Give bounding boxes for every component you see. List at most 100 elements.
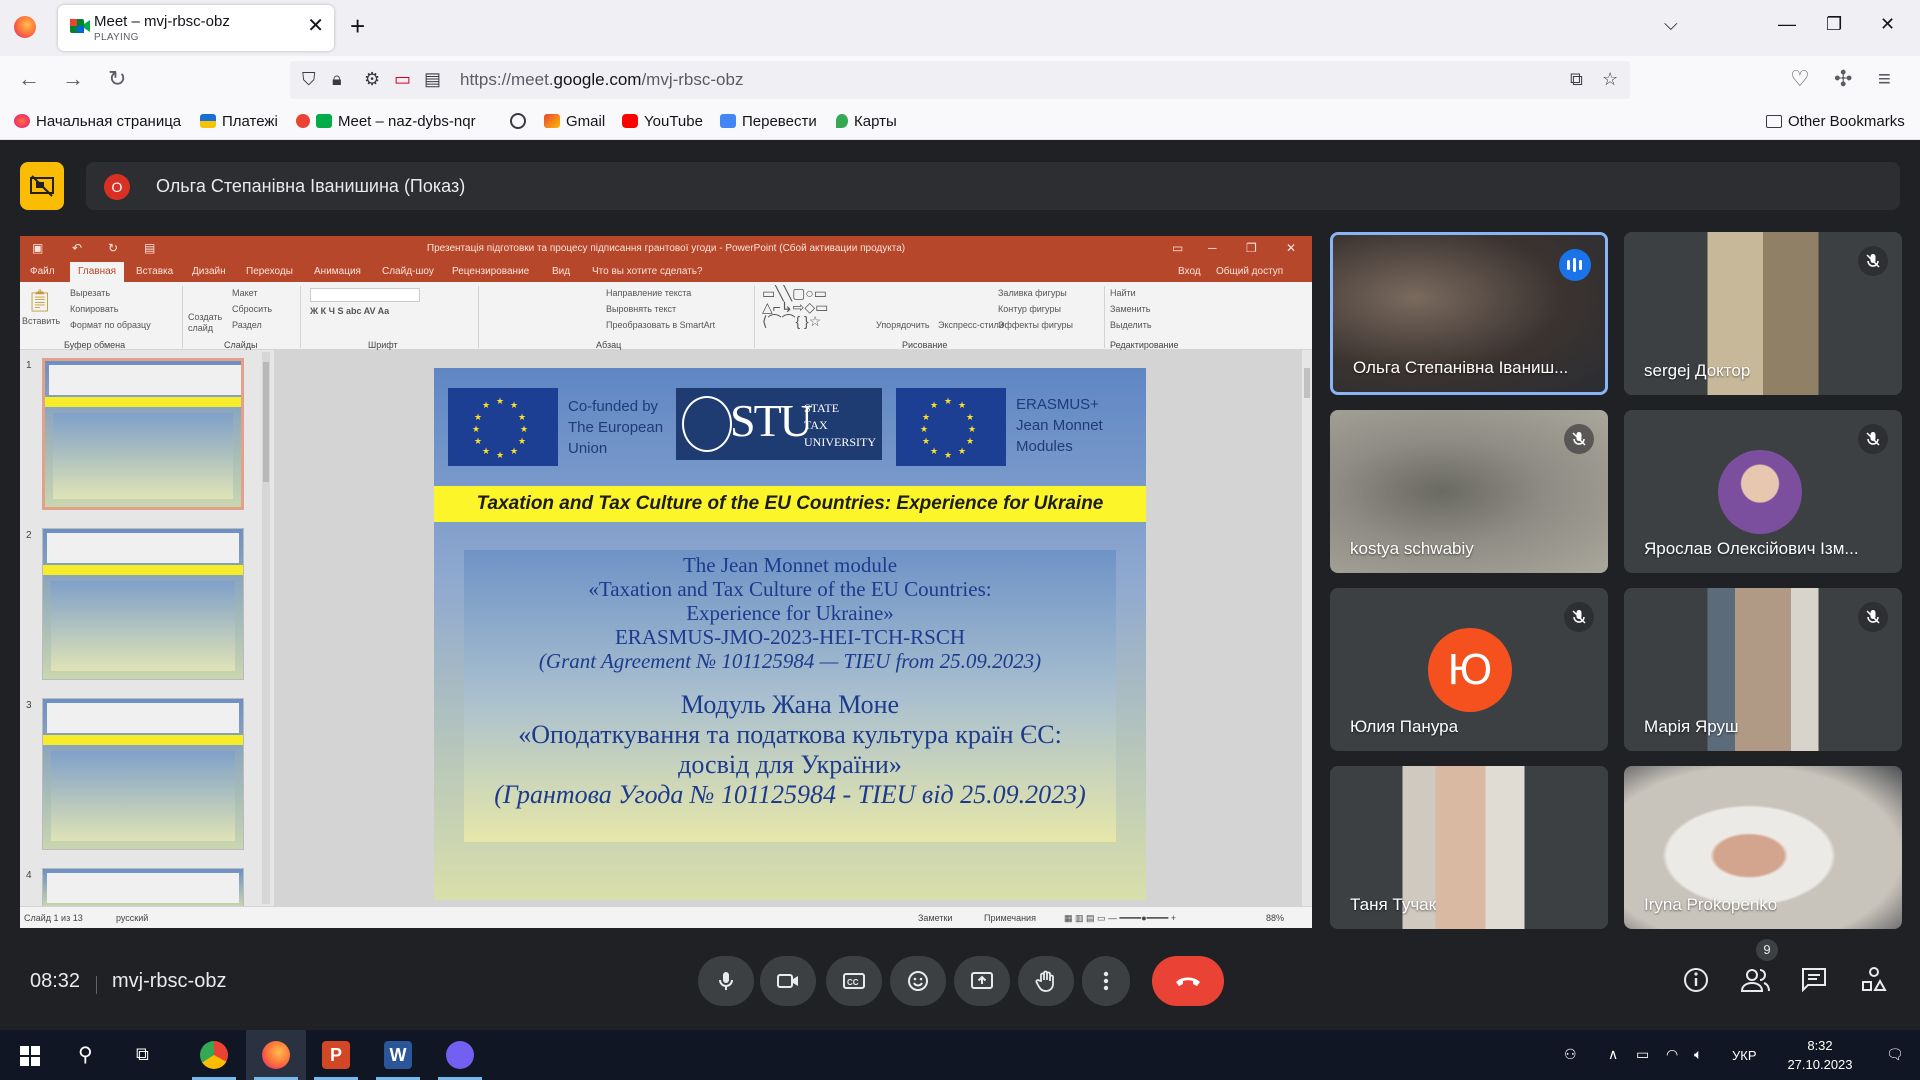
bookmark-youtube[interactable]: YouTube (622, 113, 703, 130)
chat-icon[interactable] (1800, 966, 1828, 994)
system-clock[interactable]: 8:32 27.10.2023 (1780, 1036, 1860, 1074)
participant-tile[interactable]: Ольга Степанівна Іваниш... (1330, 232, 1608, 395)
bookmark-globe[interactable] (510, 113, 532, 131)
present-button[interactable] (954, 956, 1010, 1006)
participant-tile[interactable]: kostya schwabiy (1330, 410, 1608, 573)
zoom-level: 88% (1266, 913, 1285, 923)
bookmark-payments[interactable]: Платежі (200, 113, 278, 130)
participant-tile[interactable]: Ю Юлия Панура (1330, 588, 1608, 751)
pocket-icon[interactable]: ♡ (1790, 68, 1810, 90)
slide-thumbnails: 1 2 3 4 (20, 350, 270, 908)
ppt-ribbon-tabs: Файл Главная Вставка Дизайн Переходы Ани… (20, 262, 1312, 282)
bookmark-star-icon[interactable]: ☆ (1602, 69, 1618, 90)
restore-icon[interactable]: ❐ (1826, 14, 1842, 35)
presenter-label: Ольга Степанівна Іванишина (Показ) (156, 176, 466, 196)
ppt-tab-insert: Вставка (136, 266, 174, 277)
taskbar-viber[interactable] (430, 1030, 490, 1080)
people-icon[interactable] (1740, 966, 1770, 994)
quick-styles-label: Экспресс-стили (938, 320, 1004, 330)
back-icon[interactable]: ← (18, 68, 40, 90)
battery-icon[interactable]: ▭ (1636, 1046, 1649, 1063)
bookmark-gmail[interactable]: Gmail (544, 113, 605, 130)
bookmark-maps[interactable]: Карты (836, 113, 897, 130)
layout-label: Макет (232, 288, 258, 298)
bookmark-home[interactable]: Начальная страница (14, 113, 181, 130)
participant-tile[interactable]: Iryna Prokopenko (1624, 766, 1902, 929)
url-text[interactable]: https://meet.google.com/mvj-rbsc-obz (460, 70, 743, 90)
lock-icon[interactable]: 🔒︎ (332, 69, 342, 90)
participant-tile[interactable]: Таня Тучак (1330, 766, 1608, 929)
raise-hand-button[interactable] (1018, 956, 1074, 1006)
participant-tile[interactable]: sergej Доктор (1624, 232, 1902, 395)
reactions-button[interactable] (890, 956, 946, 1006)
presentation-icon[interactable] (20, 162, 64, 210)
screen-share-icon[interactable]: ⧉ (1570, 69, 1583, 90)
hand-icon (1035, 970, 1054, 992)
wifi-icon[interactable]: ◠ (1666, 1046, 1678, 1063)
participant-name: kostya schwabiy (1350, 539, 1474, 558)
mic-off-icon (1858, 602, 1888, 632)
close-tab-icon[interactable]: ✕ (307, 16, 324, 36)
camera-button[interactable] (760, 956, 816, 1006)
taskbar-firefox[interactable] (246, 1030, 306, 1080)
erasmus-text: ERASMUS+ Jean Monnet Modules (1016, 396, 1103, 455)
windows-start-icon[interactable] (20, 1046, 40, 1066)
mic-off-icon (1564, 602, 1594, 632)
notifications-icon[interactable]: 🗨︎ (1886, 1046, 1904, 1063)
divider (96, 976, 97, 994)
participant-tile[interactable]: Марія Яруш (1624, 588, 1902, 751)
text-direction-label: Направление текста (606, 288, 692, 298)
participant-avatar (1718, 450, 1802, 534)
people-tray-icon[interactable]: ⚇ (1564, 1046, 1577, 1063)
taskbar-word[interactable]: W (368, 1030, 428, 1080)
page-info-icon[interactable]: ▤ (424, 69, 441, 90)
search-icon[interactable]: ⚲ (78, 1042, 93, 1067)
format-painter-label: Формат по образцу (70, 320, 151, 330)
show-hidden-icons[interactable]: ∧ (1608, 1046, 1618, 1063)
extensions-icon[interactable]: ✣ (1834, 68, 1852, 90)
leave-call-button[interactable] (1152, 956, 1224, 1006)
bookmark-meet[interactable]: Meet – naz-dybs-nqr (296, 113, 476, 130)
permissions-icon[interactable]: ⚙ (364, 69, 380, 90)
participant-tile[interactable]: Ярослав Олексійович Ізм... (1624, 410, 1902, 573)
eu-flag-icon: ★ ★ ★ ★ ★ ★ ★ ★ ★ ★ ★ ★ (448, 388, 558, 466)
taskbar-chrome[interactable] (184, 1030, 244, 1080)
minimize-icon[interactable]: — (1778, 14, 1796, 35)
slide-line: The Jean Monnet module (682, 553, 898, 577)
camera-sharing-icon[interactable]: ▭ (394, 69, 411, 90)
forward-icon[interactable]: → (62, 68, 84, 90)
menu-icon[interactable]: ≡ (1878, 68, 1891, 90)
shield-icon[interactable]: ⛉ (302, 69, 316, 90)
browser-tab-meet[interactable]: Meet – mvj-rbsc-obz PLAYING ✕ (58, 5, 334, 51)
language-status: русский (116, 913, 149, 923)
font-style-icons: Ж К Ч S abc AV Aa (310, 306, 390, 316)
ribbon-divider (478, 286, 479, 348)
microphone-button[interactable] (698, 956, 754, 1006)
ppt-tell-me: Что вы хотите сделать? (592, 266, 703, 277)
reload-icon[interactable]: ↻ (108, 68, 126, 90)
group-paragraph: Абзац (596, 340, 622, 350)
new-tab-button[interactable]: + (350, 12, 365, 40)
keyboard-language[interactable]: УКР (1732, 1048, 1757, 1063)
url-bar[interactable]: ⛉ 🔒︎ ⚙ ▭ ▤ https://meet.google.com/mvj-r… (290, 61, 1630, 99)
more-options-button[interactable] (1082, 956, 1130, 1006)
list-tabs-icon[interactable]: ⌵ (1664, 14, 1678, 35)
captions-button[interactable]: CC (826, 956, 882, 1006)
task-view-icon[interactable]: ⧉ (136, 1044, 149, 1065)
other-bookmarks[interactable]: Other Bookmarks (1766, 113, 1905, 130)
bookmark-translate[interactable]: Перевести (720, 113, 817, 130)
participant-name: sergej Доктор (1644, 361, 1751, 380)
meeting-info-icon[interactable] (1682, 966, 1710, 994)
activities-icon[interactable] (1860, 966, 1888, 994)
close-window-icon[interactable]: ✕ (1880, 14, 1895, 35)
volume-icon[interactable]: 🔈︎ (1694, 1046, 1702, 1063)
firefox-icon[interactable] (14, 16, 36, 38)
participant-count-badge: 9 (1756, 939, 1778, 961)
taskbar-powerpoint[interactable]: P (306, 1030, 366, 1080)
ribbon-divider (1104, 286, 1105, 348)
ppt-close-icon: ✕ (1286, 241, 1297, 255)
tab-title: Meet – mvj-rbsc-obz (94, 13, 230, 30)
reset-label: Сбросить (232, 304, 273, 314)
group-editing: Редактирование (1110, 340, 1179, 350)
ppt-status-bar: Слайд 1 из 13 русский Заметки Примечания… (20, 906, 1312, 928)
